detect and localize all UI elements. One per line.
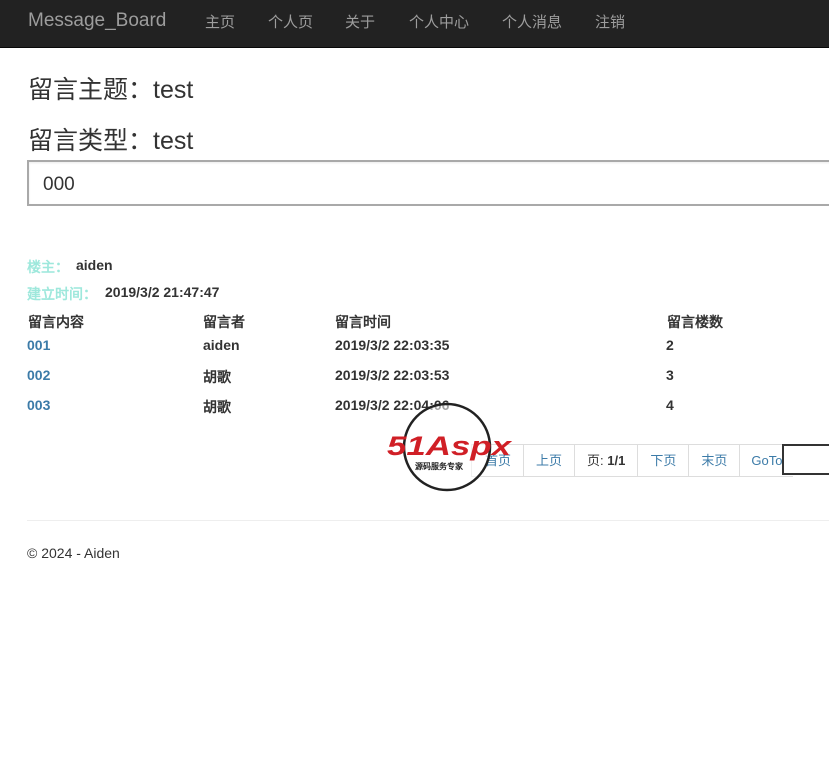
created-label: 建立时间： xyxy=(27,286,97,302)
pager: 首页 上页 页: 1/1 下页 末页 GoTo xyxy=(471,444,794,477)
pager-page-indicator: 页: 1/1 xyxy=(574,445,638,476)
post-content-text: 000 xyxy=(43,174,75,195)
reply-floor: 4 xyxy=(666,397,674,413)
reply-floor: 2 xyxy=(666,337,674,353)
watermark-logo-text: 51Aspx xyxy=(387,431,512,461)
post-type-heading: 留言类型：test xyxy=(28,121,193,157)
pager-next-button[interactable]: 下页 xyxy=(637,445,689,476)
reply-content-link[interactable]: 002 xyxy=(27,367,50,383)
reply-time: 2019/3/2 22:03:35 xyxy=(335,337,450,353)
nav-home[interactable]: 主页 xyxy=(205,11,235,32)
owner-label: 楼主： xyxy=(27,259,69,275)
post-type-label: 留言类型： xyxy=(28,127,154,155)
watermark-tagline: 源码服务专家 xyxy=(415,461,464,471)
nav-personal-center[interactable]: 个人中心 xyxy=(409,11,469,32)
post-subject-heading: 留言主题：test xyxy=(28,70,193,106)
reply-content-link[interactable]: 003 xyxy=(27,397,50,413)
reply-author: 胡歌 xyxy=(203,399,231,415)
owner-value: aiden xyxy=(76,257,113,273)
post-content-box: 000 xyxy=(27,160,829,206)
footer-divider xyxy=(27,520,829,521)
post-type-value: test xyxy=(153,127,194,155)
reply-time: 2019/3/2 22:03:53 xyxy=(335,367,450,383)
post-subject-value: test xyxy=(153,76,194,104)
pager-page-value: 1/1 xyxy=(607,453,626,468)
footer-copyright: © 2024 - Aiden xyxy=(27,545,120,561)
nav-logout[interactable]: 注销 xyxy=(595,11,625,32)
navbar: Message_Board 主页 个人页 关于 个人中心 个人消息 注销 xyxy=(0,0,829,48)
brand-link[interactable]: Message_Board xyxy=(28,10,166,32)
created-value: 2019/3/2 21:47:47 xyxy=(105,284,220,300)
goto-page-input[interactable] xyxy=(782,444,829,475)
nav-about[interactable]: 关于 xyxy=(345,11,375,32)
header-content: 留言内容 xyxy=(28,314,84,330)
reply-author: 胡歌 xyxy=(203,369,231,385)
header-floor: 留言楼数 xyxy=(667,314,723,330)
watermark-logo: 51Aspx 源码服务专家 xyxy=(387,402,512,492)
nav-personal-messages[interactable]: 个人消息 xyxy=(502,11,562,32)
pager-prev-button[interactable]: 上页 xyxy=(523,445,575,476)
nav-personal-page[interactable]: 个人页 xyxy=(268,11,313,32)
reply-author: aiden xyxy=(203,337,240,353)
header-author: 留言者 xyxy=(203,314,245,330)
header-time: 留言时间 xyxy=(335,314,391,330)
reply-content-link[interactable]: 001 xyxy=(27,337,50,353)
post-subject-label: 留言主题： xyxy=(28,76,154,104)
reply-floor: 3 xyxy=(666,367,674,383)
pager-last-button[interactable]: 末页 xyxy=(688,445,740,476)
pager-page-label: 页: xyxy=(587,453,608,468)
